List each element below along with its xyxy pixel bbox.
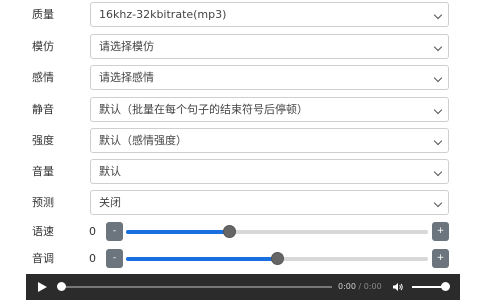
emotion-select[interactable]: 请选择感情 <box>90 65 449 90</box>
volume-icon[interactable] <box>392 281 404 293</box>
intensity-select[interactable]: 默认（感情强度） <box>90 128 449 153</box>
speed-plus-button[interactable]: + <box>432 222 449 241</box>
play-icon[interactable] <box>38 282 47 292</box>
quality-label: 质量 <box>32 8 54 21</box>
emotion-row: 感情 请选择感情 <box>0 63 480 93</box>
playback-progress-thumb[interactable] <box>57 282 66 291</box>
speed-slider[interactable] <box>126 225 428 238</box>
pitch-value: 0 <box>89 252 96 265</box>
volume-slider-thumb[interactable] <box>441 282 450 291</box>
current-time: 0:00 <box>338 282 356 291</box>
chevron-down-icon <box>433 73 443 83</box>
volume-label: 音量 <box>32 165 54 178</box>
silence-value: 默认（批量在每个句子的结束符号后停顿） <box>99 103 308 116</box>
pitch-label: 音调 <box>32 252 54 265</box>
volume-value: 默认 <box>99 165 121 178</box>
pitch-slider-thumb[interactable] <box>271 252 284 265</box>
chevron-down-icon <box>433 198 443 208</box>
quality-select[interactable]: 16khz-32kbitrate(mp3) <box>90 2 449 27</box>
pitch-slider-fill <box>126 257 277 261</box>
playback-time: 0:00 / 0:00 <box>338 274 382 300</box>
imitate-row: 模仿 请选择模仿 <box>0 32 480 62</box>
volume-select[interactable]: 默认 <box>90 159 449 184</box>
pitch-row: 音调 0 - + <box>0 245 480 273</box>
chevron-down-icon <box>433 167 443 177</box>
time-separator: / <box>358 282 362 291</box>
imitate-value: 请选择模仿 <box>99 40 154 53</box>
predict-select[interactable]: 关闭 <box>90 190 449 215</box>
intensity-row: 强度 默认（感情强度） <box>0 126 480 156</box>
speed-slider-fill <box>126 230 229 234</box>
chevron-down-icon <box>433 42 443 52</box>
speed-value: 0 <box>89 225 96 238</box>
speed-label: 语速 <box>32 225 54 238</box>
emotion-value: 请选择感情 <box>99 71 154 84</box>
speed-minus-button[interactable]: - <box>106 222 123 241</box>
imitate-label: 模仿 <box>32 40 54 53</box>
pitch-minus-button[interactable]: - <box>106 249 123 268</box>
chevron-down-icon <box>433 10 443 20</box>
quality-row: 质量 16khz-32kbitrate(mp3) <box>0 0 480 30</box>
pitch-plus-button[interactable]: + <box>432 249 449 268</box>
predict-row: 预测 关闭 <box>0 188 480 218</box>
predict-value: 关闭 <box>99 196 121 209</box>
imitate-select[interactable]: 请选择模仿 <box>90 34 449 59</box>
silence-label: 静音 <box>32 103 54 116</box>
speed-row: 语速 0 - + <box>0 218 480 246</box>
pitch-slider[interactable] <box>126 252 428 265</box>
emotion-label: 感情 <box>32 71 54 84</box>
playback-progress[interactable] <box>60 286 332 288</box>
silence-select[interactable]: 默认（批量在每个句子的结束符号后停顿） <box>90 97 449 122</box>
intensity-value: 默认（感情强度） <box>99 134 187 147</box>
audio-player: 0:00 / 0:00 <box>26 274 460 300</box>
predict-label: 预测 <box>32 196 54 209</box>
silence-row: 静音 默认（批量在每个句子的结束符号后停顿） <box>0 95 480 125</box>
volume-row: 音量 默认 <box>0 157 480 187</box>
chevron-down-icon <box>433 136 443 146</box>
chevron-down-icon <box>433 105 443 115</box>
intensity-label: 强度 <box>32 134 54 147</box>
quality-value: 16khz-32kbitrate(mp3) <box>99 8 227 21</box>
speed-slider-thumb[interactable] <box>222 225 236 238</box>
duration: 0:00 <box>363 282 382 291</box>
